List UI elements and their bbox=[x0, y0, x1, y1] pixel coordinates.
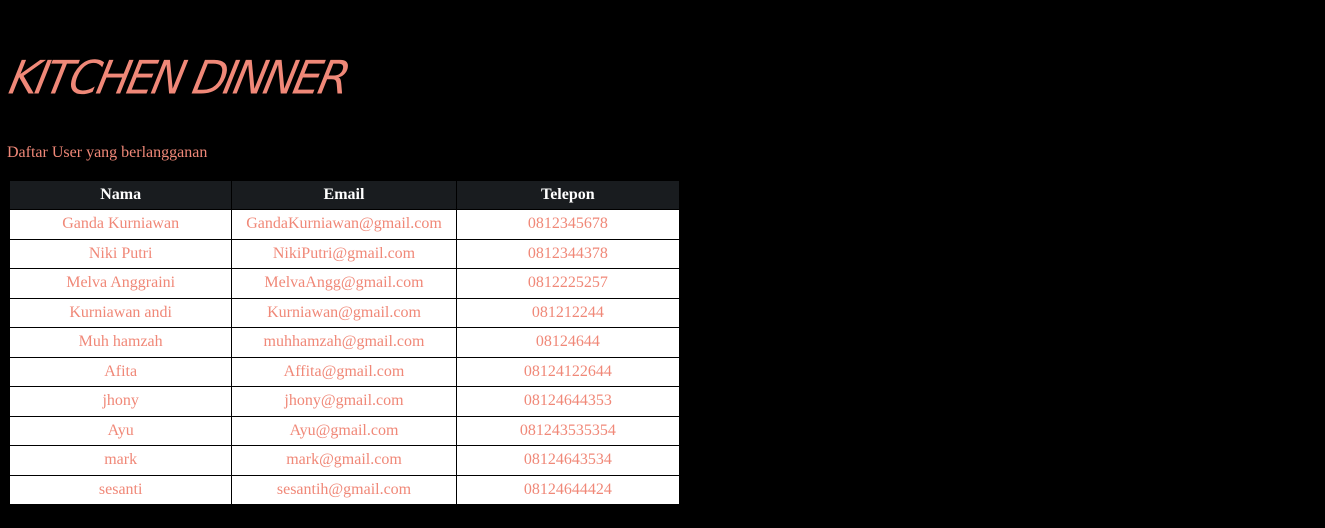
cell-nama: Afita bbox=[8, 356, 233, 387]
cell-email: Kurniawan@gmail.com bbox=[231, 297, 457, 328]
cell-telepon: 08124643534 bbox=[455, 445, 681, 476]
table-row: Ganda Kurniawan GandaKurniawan@gmail.com… bbox=[8, 209, 681, 240]
table-row: Kurniawan andi Kurniawan@gmail.com 08121… bbox=[8, 297, 681, 328]
column-header-email: Email bbox=[231, 181, 457, 210]
cell-telepon: 08124644424 bbox=[455, 474, 681, 505]
cell-email: GandaKurniawan@gmail.com bbox=[231, 209, 457, 240]
table-row: jhony jhony@gmail.com 08124644353 bbox=[8, 386, 681, 417]
table-row: sesanti sesantih@gmail.com 08124644424 bbox=[8, 474, 681, 505]
cell-email: jhony@gmail.com bbox=[231, 386, 457, 417]
cell-email: NikiPutri@gmail.com bbox=[231, 238, 457, 269]
cell-nama: Muh hamzah bbox=[8, 327, 233, 358]
cell-nama: Ganda Kurniawan bbox=[8, 209, 233, 240]
table-row: Niki Putri NikiPutri@gmail.com 081234437… bbox=[8, 238, 681, 269]
table-row: Melva Anggraini MelvaAngg@gmail.com 0812… bbox=[8, 268, 681, 299]
cell-email: muhhamzah@gmail.com bbox=[231, 327, 457, 358]
cell-telepon: 0812345678 bbox=[455, 209, 681, 240]
table-row: Muh hamzah muhhamzah@gmail.com 08124644 bbox=[8, 327, 681, 358]
cell-email: Affita@gmail.com bbox=[231, 356, 457, 387]
cell-nama: sesanti bbox=[8, 474, 233, 505]
column-header-nama: Nama bbox=[8, 181, 233, 210]
brand-logo: KITCHEN DINNER bbox=[4, 51, 353, 105]
cell-nama: Niki Putri bbox=[8, 238, 233, 269]
cell-telepon: 081212244 bbox=[455, 297, 681, 328]
cell-email: sesantih@gmail.com bbox=[231, 474, 457, 505]
cell-telepon: 0812225257 bbox=[455, 268, 681, 299]
cell-telepon: 08124122644 bbox=[455, 356, 681, 387]
cell-telepon: 0812344378 bbox=[455, 238, 681, 269]
table-header-row: Nama Email Telepon bbox=[8, 181, 681, 210]
cell-nama: Kurniawan andi bbox=[8, 297, 233, 328]
page-subtitle: Daftar User yang berlangganan bbox=[7, 144, 208, 161]
cell-nama: Ayu bbox=[8, 415, 233, 446]
cell-email: MelvaAngg@gmail.com bbox=[231, 268, 457, 299]
cell-nama: jhony bbox=[8, 386, 233, 417]
column-header-telepon: Telepon bbox=[455, 181, 681, 210]
cell-email: Ayu@gmail.com bbox=[231, 415, 457, 446]
cell-nama: Melva Anggraini bbox=[8, 268, 233, 299]
table-row: Afita Affita@gmail.com 08124122644 bbox=[8, 356, 681, 387]
users-table: Nama Email Telepon Ganda Kurniawan Ganda… bbox=[8, 181, 681, 505]
cell-nama: mark bbox=[8, 445, 233, 476]
table-row: Ayu Ayu@gmail.com 081243535354 bbox=[8, 415, 681, 446]
cell-telepon: 08124644 bbox=[455, 327, 681, 358]
cell-email: mark@gmail.com bbox=[231, 445, 457, 476]
table-row: mark mark@gmail.com 08124643534 bbox=[8, 445, 681, 476]
page: KITCHEN DINNER Daftar User yang berlangg… bbox=[0, 0, 1325, 528]
cell-telepon: 08124644353 bbox=[455, 386, 681, 417]
cell-telepon: 081243535354 bbox=[455, 415, 681, 446]
